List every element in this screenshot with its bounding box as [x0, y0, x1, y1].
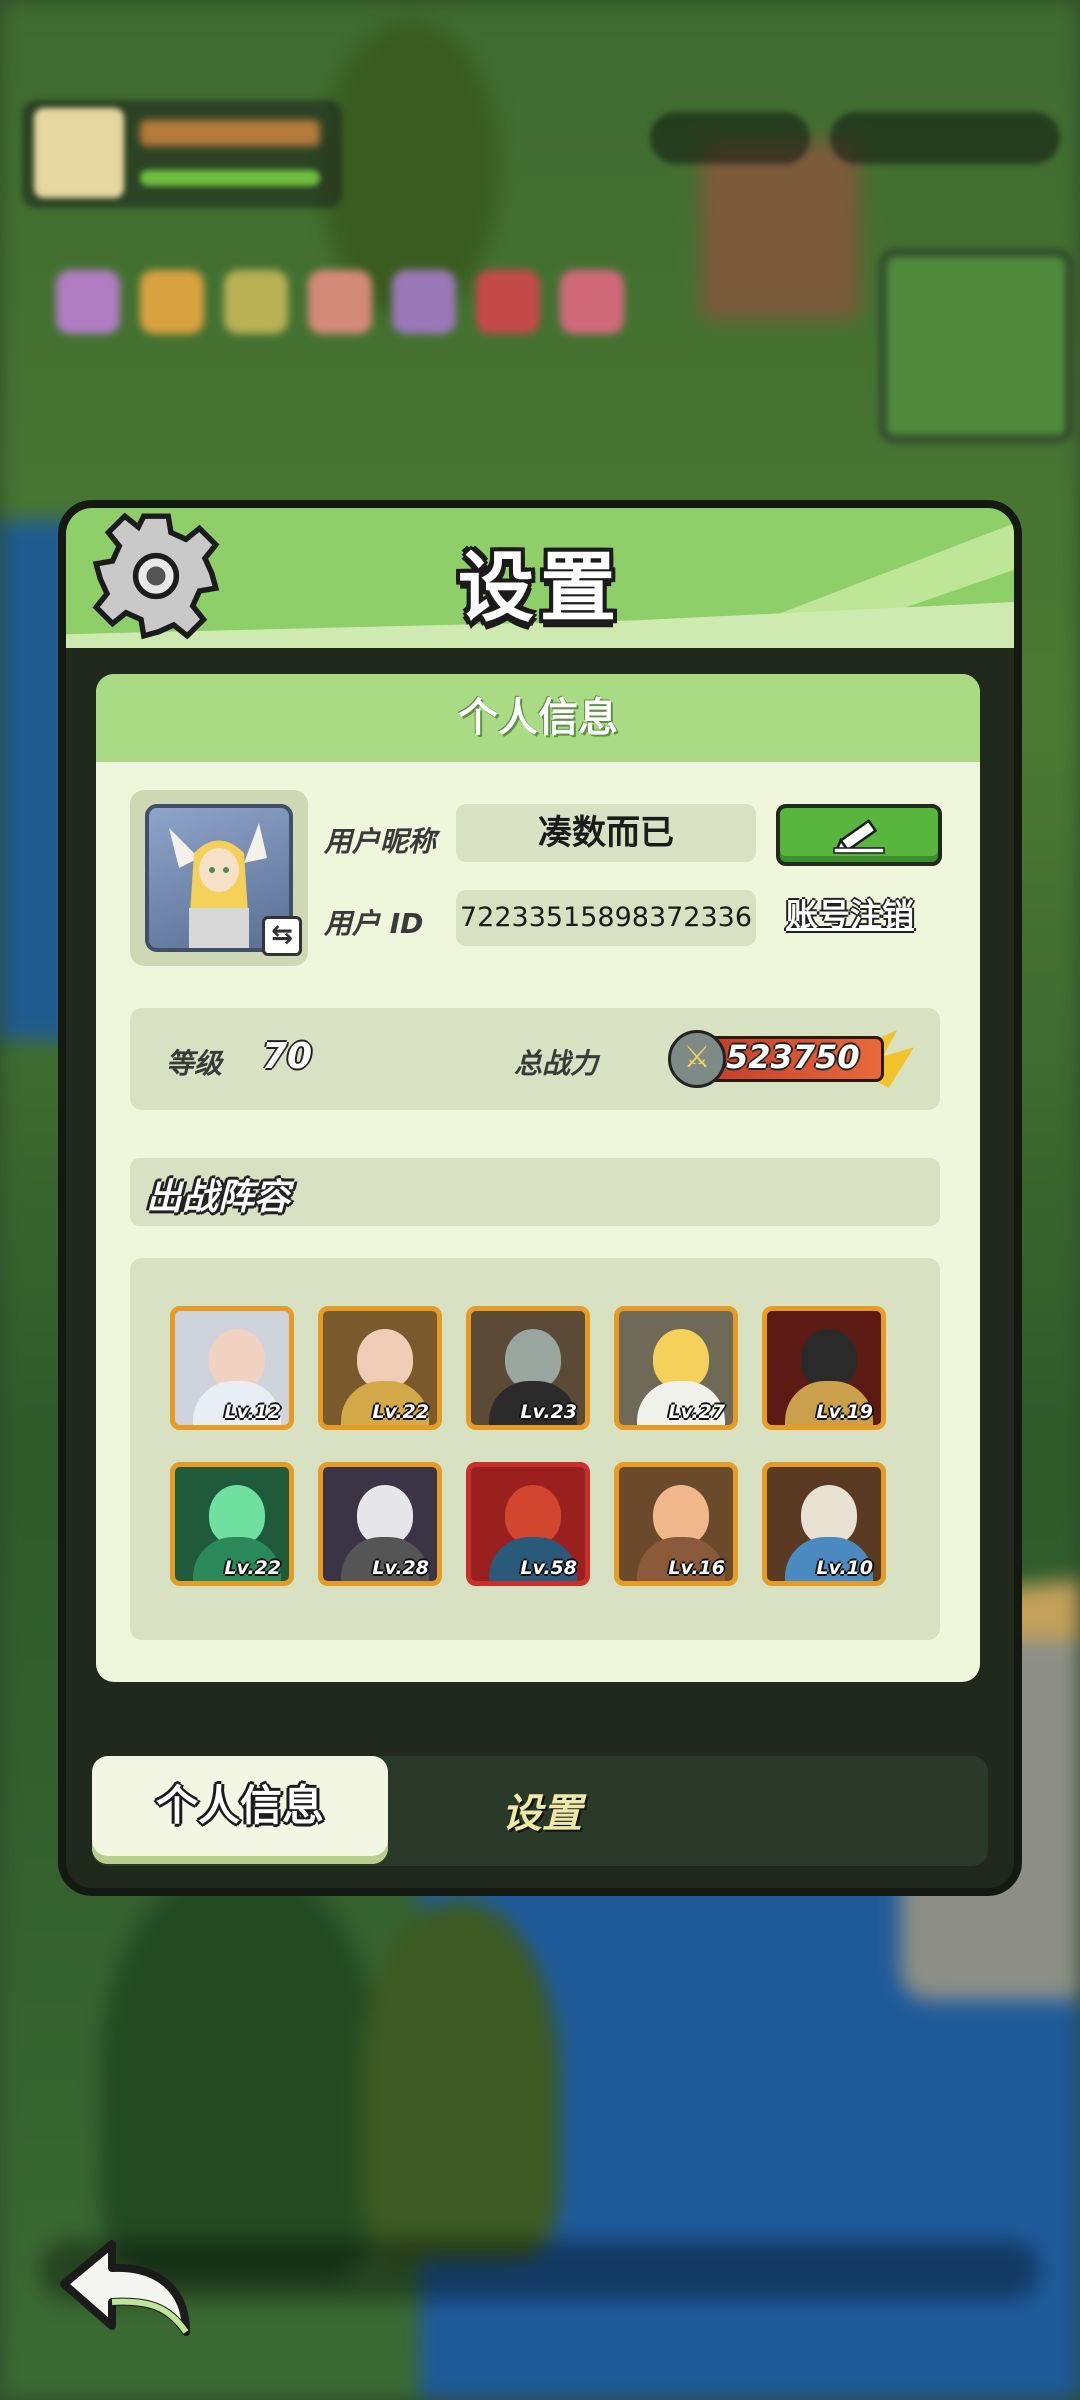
hero-level: Lv.16 [668, 1557, 725, 1579]
section-header: 个人信息 [96, 674, 980, 762]
hero-level: Lv.28 [372, 1557, 429, 1579]
back-arrow-icon[interactable] [56, 2236, 196, 2346]
bottom-tab-bar: 个人信息 设置 [92, 1756, 988, 1866]
power-value: 523750 [726, 1038, 860, 1076]
hud-hero-icon [392, 270, 456, 334]
user-id-field: 72233515898372336 [456, 890, 756, 946]
nickname-field: 凑数而已 [456, 804, 756, 862]
hud-xp-bar [140, 170, 320, 186]
hero-level: Lv.27 [668, 1401, 725, 1423]
tab-settings[interactable]: 设置 [502, 1756, 582, 1866]
hero-card[interactable]: Lv.22 [170, 1462, 294, 1586]
hero-level: Lv.22 [224, 1557, 281, 1579]
hero-level: Lv.22 [372, 1401, 429, 1423]
hero-card[interactable]: Lv.10 [762, 1462, 886, 1586]
crossed-swords-icon: ⚔ [668, 1030, 726, 1088]
level-value: 70 [262, 1036, 313, 1077]
hero-level: Lv.19 [816, 1401, 873, 1423]
hud-avatar [34, 108, 124, 198]
hero-level: Lv.23 [520, 1401, 577, 1423]
hud-resource-gems [650, 112, 810, 164]
hud-hero-icon [224, 270, 288, 334]
power-label: 总战力 [514, 1047, 599, 1080]
hero-card[interactable]: Lv.58 [466, 1462, 590, 1586]
nickname-label: 用户昵称 [324, 825, 437, 858]
hud-player-name [140, 120, 320, 146]
stats-bar: 等级 70 总战力 ⚔ 523750 [130, 1008, 940, 1110]
profile-card: 个人信息 ⇆ 用户昵称 凑数而已 用户 ID 72233515898372336… [96, 674, 980, 1682]
hero-card[interactable]: Lv.28 [318, 1462, 442, 1586]
power-badge: ⚔ 523750 [668, 1030, 914, 1088]
user-id-label: 用户 ID [324, 907, 424, 940]
hero-card[interactable]: Lv.22 [318, 1306, 442, 1430]
level-label: 等级 [166, 1047, 223, 1080]
panel-title: 设置 [458, 543, 622, 632]
team-lineup: Lv.12 Lv.22 Lv.23 Lv.27 Lv.19 Lv.22 Lv.2… [130, 1258, 940, 1640]
team-header: 出战阵容 [130, 1158, 940, 1226]
pencil-icon [833, 819, 885, 854]
hero-card[interactable]: Lv.27 [614, 1306, 738, 1430]
hero-card[interactable]: Lv.16 [614, 1462, 738, 1586]
settings-panel: 设置 个人信息 ⇆ 用户昵称 凑数而已 用户 ID 72233515898372… [58, 500, 1022, 1896]
avatar-frame[interactable]: ⇆ [130, 790, 308, 966]
hero-card[interactable]: Lv.12 [170, 1306, 294, 1430]
hero-card[interactable]: Lv.19 [762, 1306, 886, 1430]
hero-level: Lv.10 [816, 1557, 873, 1579]
hud-hero-icon [560, 270, 624, 334]
hero-card[interactable]: Lv.23 [466, 1306, 590, 1430]
team-title: 出战阵容 [146, 1177, 291, 1218]
hud-resource-gold [830, 112, 1060, 164]
hud-hero-icon [308, 270, 372, 334]
hero-level: Lv.12 [224, 1401, 281, 1423]
hud-hero-icon [140, 270, 204, 334]
hud-hero-icon [56, 270, 120, 334]
hero-level: Lv.58 [520, 1557, 577, 1579]
tab-profile[interactable]: 个人信息 [92, 1756, 388, 1864]
hud-hero-icon [476, 270, 540, 334]
hud-minimap [880, 250, 1072, 442]
switch-avatar-icon[interactable]: ⇆ [262, 916, 302, 956]
edit-nickname-button[interactable] [776, 804, 942, 866]
account-cancel-link[interactable]: 账号注销 [786, 890, 914, 936]
